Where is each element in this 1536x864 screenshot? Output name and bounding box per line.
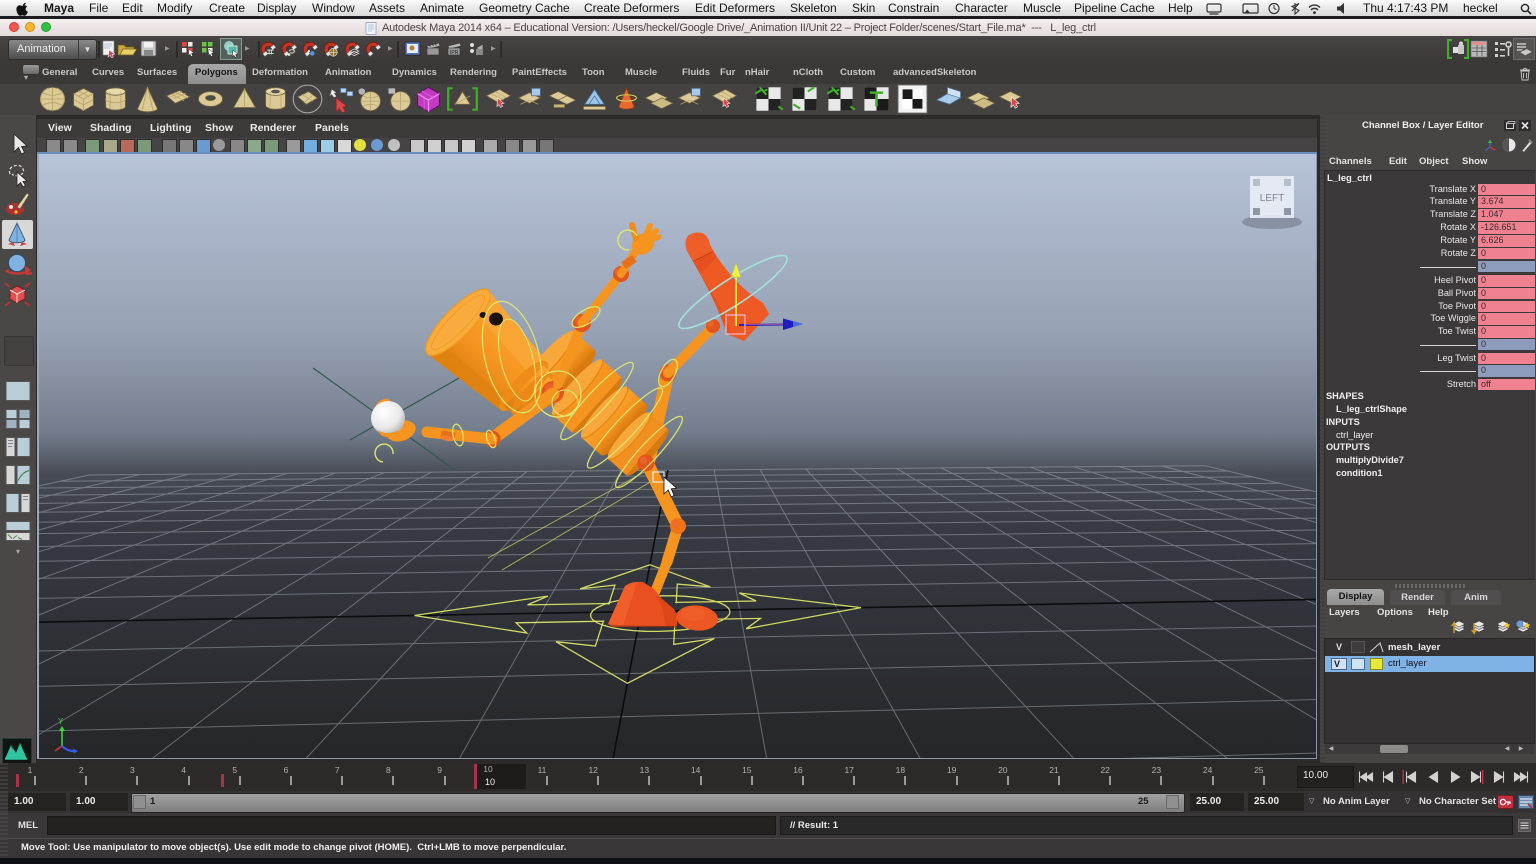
svg-text:Y: Y bbox=[58, 717, 64, 726]
svg-text:LEFT: LEFT bbox=[1260, 193, 1284, 204]
svg-text:IPR: IPR bbox=[450, 50, 459, 56]
